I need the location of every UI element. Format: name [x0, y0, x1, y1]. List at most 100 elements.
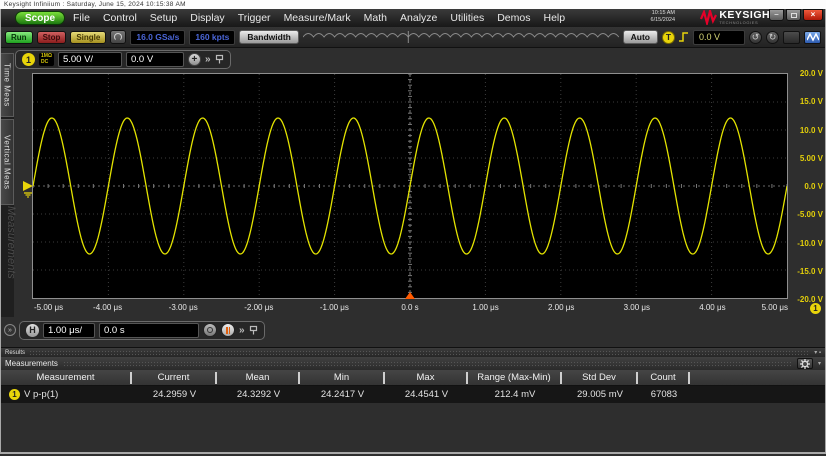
close-button[interactable]: × — [803, 9, 823, 21]
measurements-section-header[interactable]: Measurements ▾ — [1, 357, 825, 370]
tab-time-meas[interactable]: Time Meas — [1, 53, 14, 117]
bottom-expand-icon[interactable]: » — [4, 324, 16, 336]
y-tick-label: 15.0 V — [800, 97, 823, 106]
x-tick-label: -5.00 μs — [34, 303, 63, 312]
trigger-badge[interactable]: T — [662, 31, 675, 44]
x-tick-label: 0.0 s — [401, 303, 418, 312]
menu-item-math[interactable]: Math — [364, 12, 387, 24]
menu-item-setup[interactable]: Setup — [150, 12, 177, 24]
x-tick-label: -3.00 μs — [169, 303, 198, 312]
y-tick-label: -15.0 V — [797, 267, 823, 276]
zoom-mode-icon[interactable] — [203, 323, 217, 337]
markers-icon[interactable] — [221, 323, 235, 337]
waveform-view-icon[interactable] — [804, 31, 821, 44]
menu-item-trigger[interactable]: Trigger — [238, 12, 271, 24]
measurement-value-cell: 212.4 mV — [468, 389, 562, 400]
measurement-value-cell: 24.2417 V — [300, 389, 385, 400]
channel1-coupling[interactable]: 1MΩ DC — [39, 53, 54, 66]
menu-item-help[interactable]: Help — [543, 12, 565, 24]
column-header-measurement[interactable]: Measurement — [1, 372, 132, 384]
x-tick-label: -1.00 μs — [320, 303, 349, 312]
column-header-max[interactable]: Max — [385, 372, 468, 384]
column-header-range-max-min-[interactable]: Range (Max-Min) — [468, 372, 562, 384]
menu-item-file[interactable]: File — [73, 12, 90, 24]
sample-rate-display[interactable]: 16.0 GSa/s — [130, 30, 185, 45]
channel1-scale-field[interactable]: 5.00 V/ — [58, 52, 122, 67]
add-channel-icon[interactable]: + — [188, 53, 201, 66]
channel-controls-row: ⇥ 1 1MΩ DC 5.00 V/ 0.0 V + » — [1, 48, 825, 71]
measurement-value-cell: 24.3292 V — [217, 389, 300, 400]
y-tick-label: -20.0 V — [797, 295, 823, 304]
horizontal-controls-row: » H 1.00 μs/ 0.0 s » — [1, 317, 825, 343]
channel1-control-group: 1 1MΩ DC 5.00 V/ 0.0 V + » — [15, 50, 231, 69]
measurement-value-cell: 67083 — [638, 389, 690, 400]
measurement-value-cell: 29.005 mV — [562, 389, 638, 400]
x-tick-label: 1.00 μs — [472, 303, 498, 312]
menu-item-analyze[interactable]: Analyze — [400, 12, 437, 24]
timebase-scale-field[interactable]: 1.00 μs/ — [43, 323, 95, 338]
y-tick-label: 20.0 V — [800, 69, 823, 78]
scope-menu-button[interactable]: Scope — [15, 11, 65, 25]
trigger-level-field[interactable]: 0.0 V — [693, 30, 745, 45]
oscilloscope-screen: Keysight Infiniium : Saturday, June 15, … — [0, 0, 826, 456]
auto-trigger-button[interactable]: Auto — [623, 30, 658, 44]
menu-item-display[interactable]: Display — [190, 12, 224, 24]
pin-icon[interactable] — [249, 325, 258, 336]
column-header-current[interactable]: Current — [132, 372, 217, 384]
results-collapse-icon[interactable]: ▾ ▪ — [814, 349, 821, 356]
x-tick-label: 4.00 μs — [699, 303, 725, 312]
touch-icon[interactable] — [110, 30, 126, 44]
channel-expand-icon[interactable]: » — [205, 54, 211, 65]
waveform-svg — [33, 74, 787, 298]
menu-item-demos[interactable]: Demos — [497, 12, 530, 24]
display-panel-icon[interactable] — [783, 31, 800, 44]
results-panel-header[interactable]: Results ▾ ▪ — [1, 347, 825, 357]
spark-icon — [700, 10, 717, 25]
menu-item-measure-mark[interactable]: Measure/Mark — [284, 12, 351, 24]
stop-button[interactable]: Stop — [37, 31, 67, 44]
maximize-icon — [791, 13, 797, 18]
channel1-offset-field[interactable]: 0.0 V — [126, 52, 184, 67]
horizontal-badge[interactable]: H — [26, 324, 39, 337]
bandwidth-button[interactable]: Bandwidth — [239, 30, 298, 44]
horizontal-expand-icon[interactable]: » — [239, 325, 245, 336]
menu-item-utilities[interactable]: Utilities — [450, 12, 484, 24]
measurements-menu-caret[interactable]: ▾ — [818, 360, 821, 367]
maximize-button[interactable] — [786, 9, 801, 21]
measurement-channel-badge: 1 — [9, 389, 20, 400]
acquisition-toolbar: Run Stop Single 16.0 GSa/s 160 kpts Band… — [1, 27, 825, 48]
measurements-title: Measurements — [5, 359, 58, 368]
gear-icon[interactable] — [797, 358, 813, 369]
titlebar-text: Keysight Infiniium : Saturday, June 15, … — [4, 1, 186, 8]
horizontal-control-group: H 1.00 μs/ 0.0 s » — [19, 321, 265, 340]
pin-icon[interactable] — [215, 54, 224, 65]
menu-item-control[interactable]: Control — [103, 12, 137, 24]
column-header-std-dev[interactable]: Std Dev — [562, 372, 638, 384]
measurement-row[interactable]: 1V p-p(1)24.2959 V24.3292 V24.2417 V24.4… — [1, 386, 825, 403]
menu-bar: Scope File Control Setup Display Trigger Meas… — [1, 9, 825, 27]
x-tick-label: 3.00 μs — [624, 303, 650, 312]
undo-icon[interactable]: ↺ — [749, 31, 762, 44]
column-header-count[interactable]: Count — [638, 372, 690, 384]
app-window: Scope File Control Setup Display Trigger Meas… — [0, 9, 826, 454]
channel1-badge[interactable]: 1 — [22, 53, 35, 66]
column-header-min[interactable]: Min — [300, 372, 385, 384]
y-tick-label: 10.0 V — [800, 126, 823, 135]
clock: 10:15 AM 6/15/2024 — [651, 10, 675, 24]
minimize-button[interactable]: – — [769, 9, 784, 21]
window-controls: – × — [769, 9, 823, 21]
channel1-ground-marker[interactable] — [22, 180, 34, 203]
timebase-position-field[interactable]: 0.0 s — [99, 323, 199, 338]
measurements-drag-texture — [63, 361, 792, 367]
memory-depth-display[interactable]: 160 kpts — [189, 30, 235, 45]
redo-icon[interactable]: ↻ — [766, 31, 779, 44]
x-tick-label: 2.00 μs — [548, 303, 574, 312]
single-button[interactable]: Single — [70, 31, 106, 44]
run-button[interactable]: Run — [5, 31, 33, 44]
clock-time: 10:15 AM — [651, 10, 675, 17]
column-header-filler — [690, 372, 825, 384]
trigger-time-marker[interactable] — [405, 292, 415, 299]
column-header-mean[interactable]: Mean — [217, 372, 300, 384]
waveform-plot[interactable] — [32, 73, 788, 299]
menu-items: File Control Setup Display Trigger Measure/Ma… — [73, 12, 565, 24]
